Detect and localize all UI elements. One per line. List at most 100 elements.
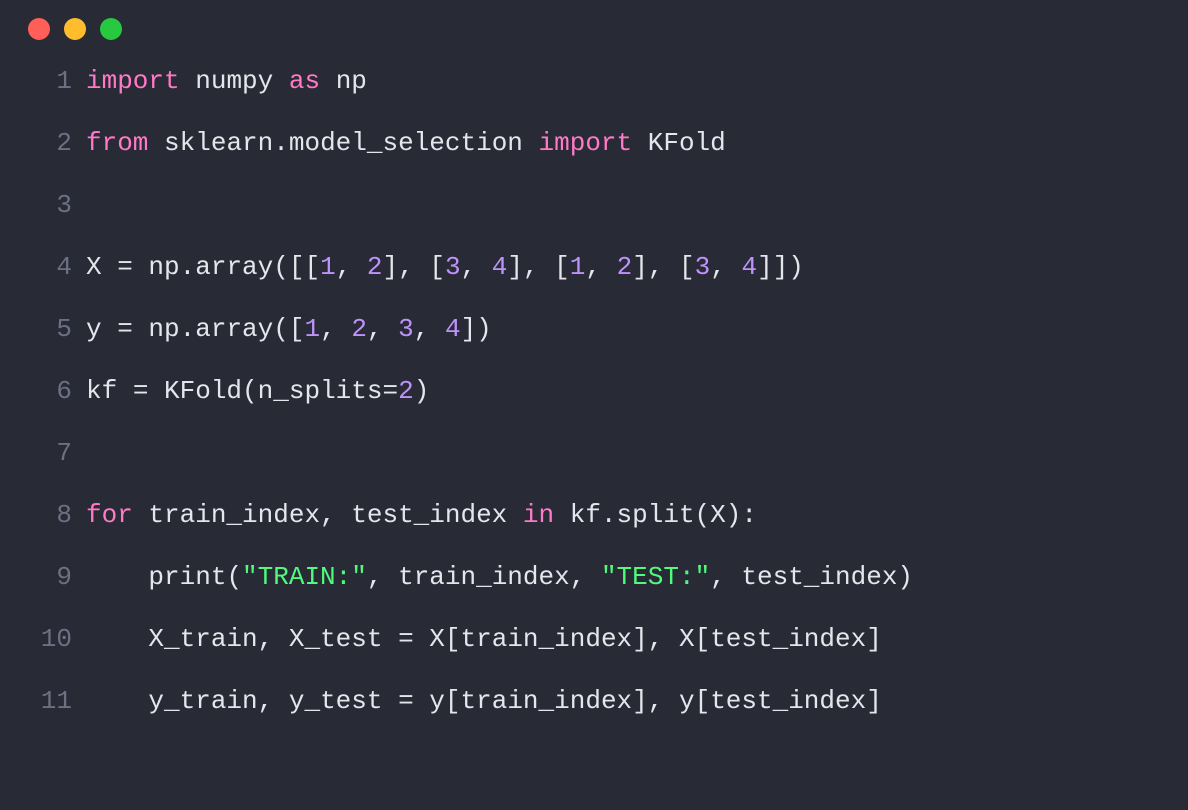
code-content[interactable]: kf = KFold(n_splits=2) xyxy=(86,376,429,406)
code-token xyxy=(320,66,336,96)
code-token: = xyxy=(133,376,149,406)
code-token xyxy=(523,128,539,158)
code-token: ], [ xyxy=(507,252,569,282)
code-token: for xyxy=(86,500,133,530)
line-number: 4 xyxy=(26,252,86,282)
code-editor[interactable]: 1import numpy as np2from sklearn.model_s… xyxy=(0,66,1188,748)
line-number: 11 xyxy=(26,686,86,716)
code-token: as xyxy=(289,66,320,96)
code-token: model_selection xyxy=(289,128,523,158)
code-token: ) xyxy=(897,562,913,592)
code-token: ], [ xyxy=(383,252,445,282)
code-token: KFold xyxy=(148,376,242,406)
code-token: 4 xyxy=(492,252,508,282)
code-token: ]]) xyxy=(757,252,804,282)
code-token: ( xyxy=(226,562,242,592)
code-token: [ xyxy=(695,686,711,716)
code-line[interactable]: 11 y_train, y_test = y[train_index], y[t… xyxy=(26,686,1168,748)
code-token: 2 xyxy=(398,376,414,406)
code-token: X xyxy=(414,624,445,654)
code-line[interactable]: 4X = np.array([[1, 2], [3, 4], [1, 2], [… xyxy=(26,252,1168,314)
code-token: 3 xyxy=(695,252,711,282)
code-token: kf xyxy=(86,376,133,406)
code-token xyxy=(632,128,648,158)
minimize-icon[interactable] xyxy=(64,18,86,40)
code-line[interactable]: 9 print("TRAIN:", train_index, "TEST:", … xyxy=(26,562,1168,624)
code-token: = xyxy=(382,376,398,406)
code-token: , xyxy=(461,252,492,282)
code-token: X xyxy=(710,500,726,530)
code-token: , xyxy=(367,562,398,592)
code-token: y xyxy=(414,686,445,716)
code-line[interactable]: 6kf = KFold(n_splits=2) xyxy=(26,376,1168,438)
code-line[interactable]: 3 xyxy=(26,190,1168,252)
code-token xyxy=(86,562,148,592)
code-content[interactable]: y_train, y_test = y[train_index], y[test… xyxy=(86,686,882,716)
line-number: 3 xyxy=(26,190,86,220)
code-line[interactable]: 2from sklearn.model_selection import KFo… xyxy=(26,128,1168,190)
code-token: array xyxy=(195,314,273,344)
code-line[interactable]: 8for train_index, test_index in kf.split… xyxy=(26,500,1168,562)
line-number: 6 xyxy=(26,376,86,406)
code-token: import xyxy=(539,128,633,158)
code-token: KFold xyxy=(648,128,726,158)
code-token: 2 xyxy=(617,252,633,282)
code-token: test_index xyxy=(336,500,523,530)
code-content[interactable]: for train_index, test_index in kf.split(… xyxy=(86,500,757,530)
code-line[interactable]: 10 X_train, X_test = X[train_index], X[t… xyxy=(26,624,1168,686)
code-token: y_train xyxy=(148,686,257,716)
code-token: y xyxy=(86,314,117,344)
code-line[interactable]: 7 xyxy=(26,438,1168,500)
code-token: . xyxy=(273,128,289,158)
code-token: test_index xyxy=(710,624,866,654)
code-line[interactable]: 5y = np.array([1, 2, 3, 4]) xyxy=(26,314,1168,376)
code-token: 4 xyxy=(445,314,461,344)
close-icon[interactable] xyxy=(28,18,50,40)
code-token: 2 xyxy=(351,314,367,344)
code-token: [ xyxy=(445,624,461,654)
code-token: , xyxy=(367,314,398,344)
code-token: ( xyxy=(242,376,258,406)
code-token: X_train xyxy=(148,624,257,654)
code-token: , xyxy=(258,624,289,654)
code-token: train_index xyxy=(133,500,320,530)
code-token: = xyxy=(117,314,133,344)
line-number: 10 xyxy=(26,624,86,654)
code-token: y xyxy=(679,686,695,716)
code-token: , xyxy=(414,314,445,344)
code-token: array xyxy=(195,252,273,282)
code-token: sklearn xyxy=(164,128,273,158)
code-content[interactable]: from sklearn.model_selection import KFol… xyxy=(86,128,726,158)
code-token xyxy=(86,686,148,716)
code-token: ) xyxy=(726,500,742,530)
code-token: np xyxy=(133,252,180,282)
code-token: split xyxy=(617,500,695,530)
code-content[interactable]: print("TRAIN:", train_index, "TEST:", te… xyxy=(86,562,913,592)
code-token: ], xyxy=(632,624,679,654)
code-token: [ xyxy=(445,686,461,716)
code-token: , xyxy=(710,562,741,592)
code-token: . xyxy=(601,500,617,530)
code-token: , xyxy=(585,252,616,282)
code-token: ] xyxy=(866,686,882,716)
code-token: numpy xyxy=(195,66,273,96)
code-token: , xyxy=(320,314,351,344)
code-token: ] xyxy=(866,624,882,654)
code-token: np xyxy=(133,314,180,344)
zoom-icon[interactable] xyxy=(100,18,122,40)
line-number: 1 xyxy=(26,66,86,96)
code-token: ], [ xyxy=(632,252,694,282)
code-token: 1 xyxy=(304,314,320,344)
code-token xyxy=(148,128,164,158)
code-token: X xyxy=(86,252,117,282)
editor-window: 1import numpy as np2from sklearn.model_s… xyxy=(0,0,1188,810)
window-controls xyxy=(0,18,1188,66)
code-token: np xyxy=(336,66,367,96)
code-token: , xyxy=(320,500,336,530)
code-content[interactable]: y = np.array([1, 2, 3, 4]) xyxy=(86,314,492,344)
code-content[interactable]: X = np.array([[1, 2], [3, 4], [1, 2], [3… xyxy=(86,252,804,282)
code-content[interactable]: X_train, X_test = X[train_index], X[test… xyxy=(86,624,882,654)
code-content[interactable]: import numpy as np xyxy=(86,66,367,96)
code-token: 3 xyxy=(398,314,414,344)
code-line[interactable]: 1import numpy as np xyxy=(26,66,1168,128)
